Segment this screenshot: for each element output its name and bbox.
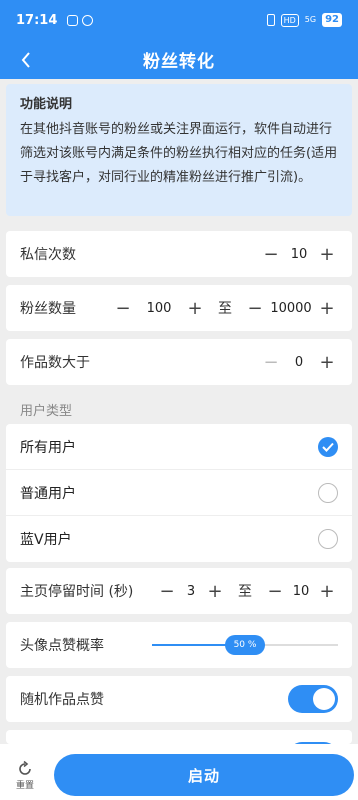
status-right: HD 5G 92 bbox=[266, 13, 342, 27]
minus-button[interactable]: − bbox=[264, 580, 286, 602]
radio-icon[interactable] bbox=[318, 529, 338, 549]
page-title: 粉丝转化 bbox=[143, 52, 215, 72]
minus-button[interactable]: − bbox=[156, 580, 178, 602]
slider-thumb[interactable]: 50 % bbox=[225, 635, 265, 655]
refresh-icon bbox=[19, 760, 31, 775]
works-count-label: 作品数大于 bbox=[20, 355, 90, 371]
start-button[interactable]: 启动 bbox=[54, 754, 354, 796]
radio-icon[interactable] bbox=[318, 482, 338, 503]
user-type-option-normal[interactable]: 普通用户 bbox=[6, 470, 352, 516]
plus-button[interactable]: + bbox=[316, 243, 338, 265]
battery-icon: 92 bbox=[322, 13, 342, 27]
cloud-notification-icon bbox=[82, 14, 94, 26]
next-setting-card bbox=[6, 730, 352, 744]
option-label: 蓝V用户 bbox=[20, 532, 72, 548]
works-count-value[interactable]: 0 bbox=[282, 355, 316, 370]
avatar-like-slider[interactable]: 50 % bbox=[152, 635, 338, 655]
dm-count-value[interactable]: 10 bbox=[282, 247, 316, 262]
toggle-knob bbox=[313, 688, 335, 710]
user-type-option-bluev[interactable]: 蓝V用户 bbox=[6, 516, 352, 562]
stay-max-stepper: − 10 + bbox=[264, 579, 338, 603]
avatar-like-label: 头像点赞概率 bbox=[20, 638, 104, 654]
minus-button[interactable]: − bbox=[244, 297, 266, 319]
minus-button[interactable]: − bbox=[260, 351, 282, 373]
user-type-option-all[interactable]: 所有用户 bbox=[6, 424, 352, 470]
info-card: 功能说明 在其他抖音账号的粉丝或关注界面运行，软件自动进行筛选对该账号内满足条件… bbox=[6, 84, 352, 216]
works-count-stepper: − 0 + bbox=[260, 350, 338, 374]
hd-badge: HD bbox=[280, 13, 299, 27]
fans-max-value[interactable]: 10000 bbox=[266, 301, 316, 316]
signal-icon: 5G bbox=[304, 15, 317, 24]
dm-count-label: 私信次数 bbox=[20, 247, 76, 263]
fans-count-card: 粉丝数量 − 100 + 至 − 10000 + bbox=[6, 285, 352, 331]
stay-min-value[interactable]: 3 bbox=[178, 584, 204, 599]
info-body: 在其他抖音账号的粉丝或关注界面运行，软件自动进行筛选对该账号内满足条件的粉丝执行… bbox=[20, 122, 338, 185]
check-icon[interactable] bbox=[318, 436, 338, 457]
dm-count-card: 私信次数 − 10 + bbox=[6, 231, 352, 277]
fans-min-value[interactable]: 100 bbox=[134, 301, 184, 316]
avatar-like-card: 头像点赞概率 50 % bbox=[6, 622, 352, 668]
fans-count-label: 粉丝数量 bbox=[20, 301, 76, 317]
top-bar: 17:14 HD 5G 92 粉丝转化 bbox=[0, 0, 358, 79]
status-time: 17:14 bbox=[16, 12, 58, 28]
plus-button[interactable]: + bbox=[184, 297, 206, 319]
option-label: 所有用户 bbox=[20, 439, 76, 456]
info-heading: 功能说明 bbox=[20, 97, 73, 112]
range-to-label: 至 bbox=[238, 584, 252, 600]
random-like-toggle[interactable] bbox=[288, 685, 338, 713]
stay-time-label: 主页停留时间 (秒) bbox=[20, 584, 134, 600]
chevron-left-icon bbox=[21, 52, 30, 68]
user-type-card: 所有用户 普通用户 蓝V用户 bbox=[6, 424, 352, 562]
fans-max-stepper: − 10000 + bbox=[244, 296, 338, 320]
nav-bar: 粉丝转化 bbox=[0, 40, 358, 79]
option-label: 普通用户 bbox=[20, 485, 76, 502]
back-button[interactable] bbox=[12, 46, 40, 74]
reset-button[interactable]: 重置 bbox=[10, 760, 40, 791]
stay-time-card: 主页停留时间 (秒) − 3 + 至 − 10 + bbox=[6, 568, 352, 614]
plus-button[interactable]: + bbox=[316, 580, 338, 602]
fans-min-stepper: − 100 + bbox=[112, 296, 206, 320]
user-type-label: 用户类型 bbox=[20, 404, 73, 419]
status-bar: 17:14 HD 5G 92 bbox=[0, 0, 358, 40]
random-like-card: 随机作品点赞 bbox=[6, 676, 352, 722]
vibrate-icon bbox=[266, 14, 275, 26]
reset-label: 重置 bbox=[15, 781, 34, 791]
plus-button[interactable]: + bbox=[316, 351, 338, 373]
app-notification-icon bbox=[67, 14, 79, 26]
minus-button[interactable]: − bbox=[112, 297, 134, 319]
plus-button[interactable]: + bbox=[204, 580, 226, 602]
stay-max-value[interactable]: 10 bbox=[286, 584, 316, 599]
minus-button[interactable]: − bbox=[260, 243, 282, 265]
stay-min-stepper: − 3 + bbox=[156, 579, 226, 603]
plus-button[interactable]: + bbox=[316, 297, 338, 319]
random-like-label: 随机作品点赞 bbox=[20, 692, 104, 708]
bottom-bar: 重置 启动 bbox=[0, 744, 358, 800]
dm-count-stepper: − 10 + bbox=[260, 242, 338, 266]
works-count-card: 作品数大于 − 0 + bbox=[6, 339, 352, 385]
range-to-label: 至 bbox=[218, 301, 232, 317]
